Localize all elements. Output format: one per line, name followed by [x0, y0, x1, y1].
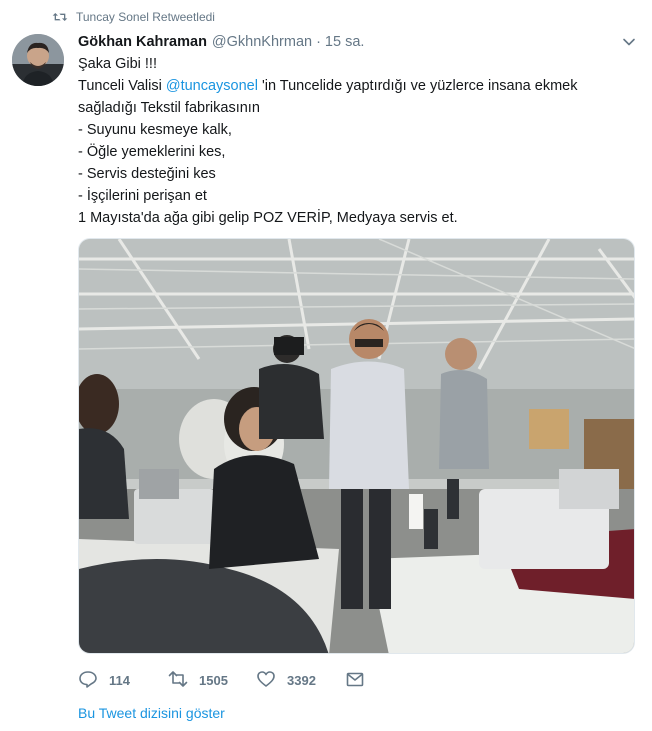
heart-icon — [256, 669, 276, 692]
tweet-line: Tunceli Valisi @tuncaysonel 'in Tuncelid… — [78, 75, 642, 97]
tweet-card[interactable]: Tuncay Sonel Retweetledi Gökhan Kahraman… — [0, 0, 652, 731]
tweet-text: Şaka Gibi !!! Tunceli Valisi @tuncaysone… — [78, 53, 642, 229]
tweet-text-segment: 'in Tuncelide yaptırdığı ve yüzlerce ins… — [257, 78, 578, 94]
chevron-down-icon[interactable] — [622, 35, 636, 49]
tweet-photo[interactable] — [78, 238, 635, 654]
retweet-button[interactable]: 1505 — [168, 669, 256, 692]
tweet-line: - Servis desteğini kes — [78, 166, 216, 182]
mention-link[interactable]: @tuncaysonel — [166, 78, 258, 94]
tweet-line: - İşçilerini perişan et — [78, 188, 207, 204]
show-thread-link[interactable]: Bu Tweet dizisini göster — [78, 705, 225, 721]
tweet-actions: 114 1505 3392 — [78, 668, 365, 692]
tweet-text-segment: Tunceli Valisi — [78, 78, 166, 94]
reply-count: 114 — [109, 672, 130, 688]
retweet-icon — [168, 669, 188, 692]
retweet-context-label[interactable]: Tuncay Sonel Retweetledi — [76, 10, 215, 24]
reply-icon — [78, 669, 98, 692]
tweet-line: - Suyunu kesmeye kalk, — [78, 122, 232, 138]
envelope-icon — [345, 669, 365, 692]
like-button[interactable]: 3392 — [256, 669, 345, 692]
reply-button[interactable]: 114 — [78, 669, 168, 692]
like-count: 3392 — [287, 672, 316, 688]
author-fullname[interactable]: Gökhan Kahraman — [78, 34, 207, 50]
header-separator: · — [316, 34, 321, 50]
tweet-line: Şaka Gibi !!! — [78, 56, 157, 72]
author-handle[interactable]: @GkhnKhrman — [212, 34, 312, 50]
retweet-context-icon — [52, 10, 68, 24]
author-avatar[interactable] — [12, 34, 64, 86]
tweet-line: - Öğle yemeklerini kes, — [78, 144, 226, 160]
tweet-line: 1 Mayısta'da ağa gibi gelip POZ VERİP, M… — [78, 210, 458, 226]
direct-message-button[interactable] — [345, 669, 365, 692]
retweet-count: 1505 — [199, 672, 228, 688]
tweet-header: Gökhan Kahraman @GkhnKhrman · 15 sa. — [78, 32, 636, 52]
retweet-context: Tuncay Sonel Retweetledi — [52, 8, 215, 26]
tweet-line: sağladığı Tekstil fabrikasının — [78, 100, 260, 116]
tweet-timestamp[interactable]: 15 sa. — [325, 34, 365, 50]
